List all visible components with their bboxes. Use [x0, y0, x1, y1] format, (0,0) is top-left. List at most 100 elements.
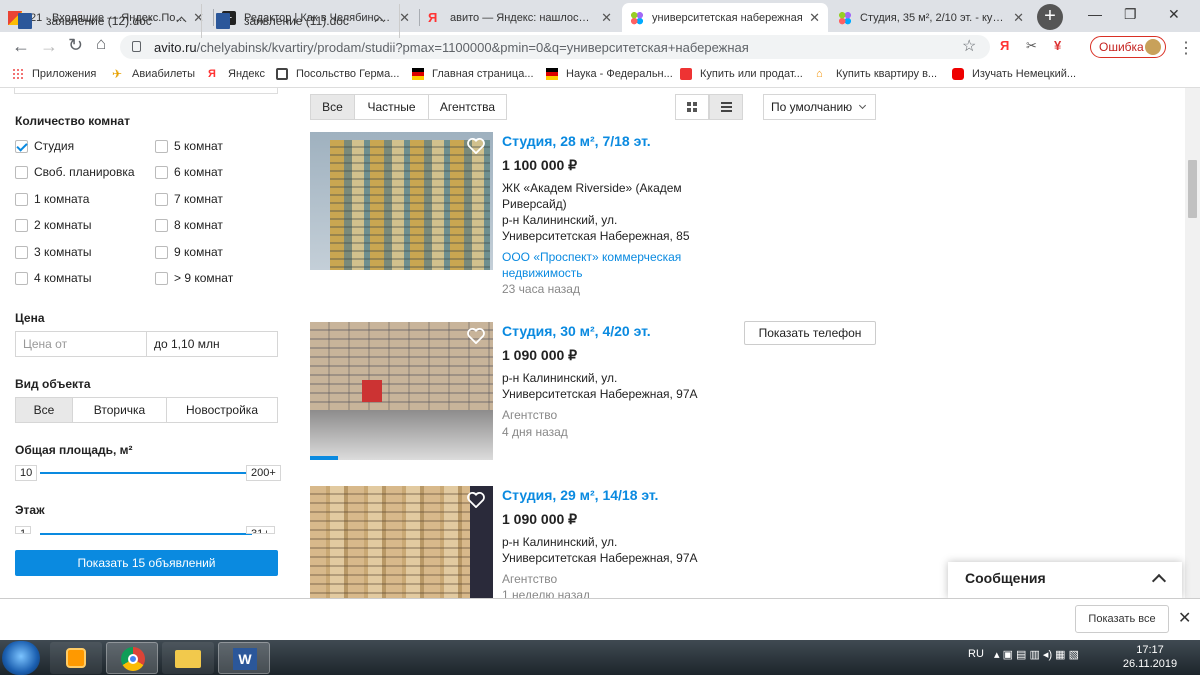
maximize-icon[interactable]: ❐ [1124, 6, 1137, 23]
close-icon[interactable]: ✕ [1013, 10, 1024, 26]
listing-price: 1 090 000 ₽ [502, 347, 578, 363]
bookmark-apartment[interactable]: ⌂ Купить квартиру в... [816, 68, 937, 80]
bookmark-apps[interactable]: Приложения [12, 68, 96, 80]
area-min-handle[interactable]: 10 [15, 465, 38, 481]
listing-title[interactable]: Студия, 29 м², 14/18 эт. [502, 487, 658, 503]
listing-seller[interactable]: ООО «Проспект» коммерческая недвижимость [502, 249, 712, 281]
bookmark-buy-sell[interactable]: Купить или продат... [680, 68, 803, 80]
yandex-extension-icon[interactable]: Я [1000, 38, 1009, 53]
heart-icon[interactable] [467, 138, 485, 154]
checkbox-6-rooms[interactable]: 6 комнат [155, 165, 223, 179]
bookmark-yandex[interactable]: Я Яндекс [208, 68, 265, 80]
checkbox-more-9-rooms[interactable]: > 9 комнат [155, 271, 233, 285]
area-max-handle[interactable]: 200+ [246, 465, 281, 481]
checkbox-2-rooms[interactable]: 2 комнаты [15, 218, 91, 232]
floor-slider-track[interactable] [40, 533, 252, 535]
yandex-market-icon[interactable]: ¥ [1054, 38, 1061, 53]
checkbox-box[interactable] [15, 192, 28, 206]
checkbox-box[interactable] [155, 245, 168, 259]
windows-start-icon[interactable] [2, 641, 40, 675]
bookmark-flights[interactable]: ✈ Авиабилеты [112, 68, 195, 80]
show-all-downloads-button[interactable]: Показать все [1075, 605, 1169, 633]
type-new-building[interactable]: Новостройка [166, 397, 278, 423]
price-to-input[interactable]: до 1,10 млн [146, 331, 278, 357]
tray-icons[interactable]: ▴ ▣ ▤ ▥ ◂) ▦ ▧ [994, 648, 1079, 661]
checkbox-3-rooms[interactable]: 3 комнаты [15, 245, 91, 259]
checkbox-box[interactable] [15, 139, 28, 153]
bookmark-embassy[interactable]: Посольство Герма... [276, 68, 399, 80]
sort-select[interactable]: По умолчанию [763, 94, 876, 120]
listing-photo[interactable] [310, 132, 493, 270]
type-secondary[interactable]: Вторичка [72, 397, 167, 423]
listing-title[interactable]: Студия, 28 м², 7/18 эт. [502, 133, 651, 149]
checkbox-free-layout[interactable]: Своб. планировка [15, 165, 135, 179]
clock[interactable]: 17:17 26.11.2019 [1120, 643, 1180, 671]
seller-tab-agencies[interactable]: Агентства [428, 94, 507, 120]
seller-tab-private[interactable]: Частные [354, 94, 429, 120]
close-icon[interactable]: ✕ [601, 10, 612, 26]
word-icon[interactable]: W [218, 642, 270, 674]
floor-min-handle[interactable]: 1 [15, 526, 32, 534]
tab-avito-studio[interactable]: Студия, 35 м², 2/10 эт. - купить ✕ [830, 3, 1032, 32]
download-item[interactable]: заявление (11).doc [216, 0, 396, 42]
bookmark-star-icon[interactable]: ☆ [962, 36, 976, 56]
checkbox-box[interactable] [155, 192, 168, 206]
seller-tab-all[interactable]: Все [310, 94, 355, 120]
checkbox-box[interactable] [15, 165, 28, 179]
price-from-input[interactable]: Цена от [15, 331, 147, 357]
new-tab-button[interactable]: + [1037, 4, 1063, 30]
floor-max-handle[interactable]: 31+ [246, 526, 275, 534]
heart-icon[interactable] [467, 492, 485, 508]
close-icon[interactable]: ✕ [809, 10, 820, 26]
checkbox-box[interactable] [155, 218, 168, 232]
media-player-icon[interactable] [50, 642, 102, 674]
bookmark-main-page[interactable]: Главная страница... [412, 68, 534, 80]
chevron-up-icon[interactable] [374, 16, 385, 27]
listing-title[interactable]: Студия, 30 м², 4/20 эт. [502, 323, 651, 339]
grid-view-button[interactable] [675, 94, 709, 120]
listing-photo[interactable] [310, 322, 493, 460]
checkbox-8-rooms[interactable]: 8 комнат [155, 218, 223, 232]
chevron-up-icon[interactable] [176, 16, 187, 27]
checkbox-box[interactable] [155, 271, 168, 285]
area-slider-track[interactable] [40, 472, 252, 474]
youtube-icon [952, 68, 964, 80]
checkbox-studio[interactable]: Студия [15, 139, 74, 153]
chevron-up-icon[interactable] [1151, 573, 1167, 589]
list-view-button[interactable] [709, 94, 743, 120]
checkbox-4-rooms[interactable]: 4 комнаты [15, 271, 91, 285]
close-icon[interactable]: ✕ [399, 10, 410, 26]
close-window-icon[interactable]: ✕ [1168, 6, 1180, 23]
show-phone-button[interactable]: Показать телефон [744, 321, 876, 345]
checkbox-9-rooms[interactable]: 9 комнат [155, 245, 223, 259]
menu-icon[interactable]: ⋮ [1178, 38, 1194, 58]
bookmark-german[interactable]: Изучать Немецкий... [952, 68, 1076, 80]
minimize-icon[interactable]: — [1088, 6, 1102, 22]
checkbox-box[interactable] [155, 139, 168, 153]
close-icon[interactable]: ✕ [1178, 608, 1191, 628]
scrollbar-thumb[interactable] [1188, 160, 1197, 218]
checkbox-box[interactable] [15, 271, 28, 285]
checkbox-box[interactable] [155, 165, 168, 179]
tab-avito-search[interactable]: университетская набережная ✕ [622, 3, 828, 32]
lock-icon[interactable] [132, 41, 141, 52]
profile-error-button[interactable]: Ошибка [1090, 36, 1166, 58]
listing-photo[interactable] [310, 486, 493, 598]
heart-icon[interactable] [467, 328, 485, 344]
checkbox-box[interactable] [15, 245, 28, 259]
download-item[interactable]: заявление (12).doc [18, 0, 198, 42]
language-indicator[interactable]: RU [968, 648, 984, 660]
show-results-button[interactable]: Показать 15 объявлений [15, 550, 278, 576]
checkbox-box[interactable] [15, 218, 28, 232]
tab-yandex[interactable]: Я авито — Яндекс: нашлось 16 т ✕ [420, 3, 620, 32]
page-scrollbar[interactable] [1185, 88, 1200, 598]
scissors-icon[interactable]: ✂ [1026, 38, 1037, 54]
checkbox-1-room[interactable]: 1 комната [15, 192, 89, 206]
messages-widget[interactable]: Сообщения [948, 562, 1182, 598]
bookmark-science[interactable]: Наука - Федеральн... [546, 68, 673, 80]
type-all[interactable]: Все [15, 397, 73, 423]
file-explorer-icon[interactable] [162, 642, 214, 674]
checkbox-7-rooms[interactable]: 7 комнат [155, 192, 223, 206]
chrome-icon[interactable] [106, 642, 158, 674]
checkbox-5-rooms[interactable]: 5 комнат [155, 139, 223, 153]
